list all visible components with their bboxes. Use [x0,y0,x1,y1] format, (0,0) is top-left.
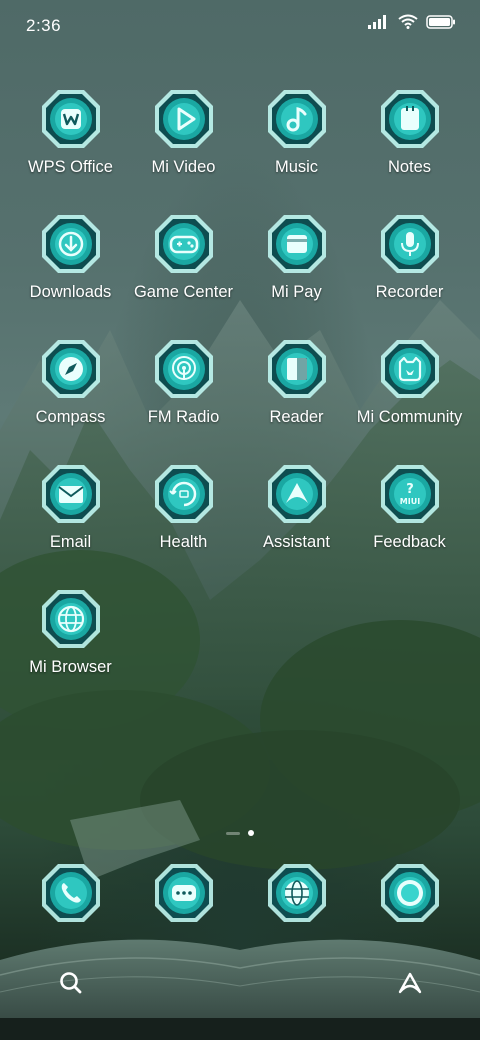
app-wps-office[interactable]: WPS Office [14,88,127,190]
app-mi-pay[interactable]: Mi Pay [240,213,353,315]
home-switch-button[interactable] [390,963,430,1003]
notes-icon [400,106,419,130]
browser-globe-icon [284,880,309,906]
app-icon-reader [266,338,328,400]
assistant-icon [285,483,308,503]
messages-icon [171,885,196,901]
app-icon-compass [40,338,102,400]
play-icon [177,107,195,131]
app-label: Mi Browser [29,658,112,676]
app-label: Notes [387,158,432,176]
app-feedback[interactable]: ? MIUI Feedback [353,463,466,565]
dock-camera[interactable] [353,862,466,924]
dock-phone[interactable] [14,862,127,924]
app-label: WPS Office [28,158,113,176]
app-icon-music [266,88,328,150]
dock-icon-messages [153,862,215,924]
app-label: Reader [269,408,324,426]
app-label: Recorder [375,283,444,301]
search-icon [60,972,82,994]
camera-icon [396,880,423,906]
page-dot-active [248,830,254,836]
app-icon-email [40,463,102,525]
music-note-icon [286,107,306,132]
app-email[interactable]: Email [14,463,127,565]
compass-icon [58,357,83,381]
radio-icon [171,356,196,380]
status-icons [368,14,456,29]
dock-icon-camera [379,862,441,924]
dock-icon-browser [266,862,328,924]
home-switch-icon [398,972,422,994]
app-label: Game Center [133,283,234,301]
app-icon-game-center [153,213,215,275]
page-dot-handle [226,831,240,835]
microphone-icon [400,232,419,256]
app-recorder[interactable]: Recorder [353,213,466,315]
page-indicator[interactable] [0,830,480,836]
svg-text:?: ? [406,482,414,497]
community-icon [398,356,421,382]
app-icon-assistant [266,463,328,525]
app-notes[interactable]: Notes [353,88,466,190]
app-music[interactable]: Music [240,88,353,190]
envelope-icon [57,486,84,503]
app-mi-community[interactable]: Mi Community [353,338,466,440]
app-icon-health [153,463,215,525]
app-icon-downloads [40,213,102,275]
app-icon-mi-pay [266,213,328,275]
app-health[interactable]: Health [127,463,240,565]
app-icon-notes [379,88,441,150]
app-grid: WPS Office Mi Video Music Notes Download… [14,88,466,690]
cellular-signal-icon [368,14,386,29]
app-assistant[interactable]: Assistant [240,463,353,565]
battery-icon [426,14,455,29]
app-icon-mi-community [379,338,441,400]
app-label: FM Radio [147,408,220,426]
phone-icon [61,883,81,903]
app-icon-wps-office [40,88,102,150]
app-label: Health [159,533,208,551]
app-label: Email [49,533,92,551]
app-label: Assistant [263,533,330,551]
wifi-icon [398,14,418,29]
app-label: Music [274,158,319,176]
dock-icon-phone [40,862,102,924]
app-label: Mi Pay [271,283,322,301]
health-icon [168,481,196,507]
globe-icon [57,605,84,633]
status-bar: 2:36 [0,0,480,50]
app-mi-browser[interactable]: Mi Browser [14,588,127,690]
app-downloads[interactable]: Downloads [14,213,127,315]
wps-office-icon [60,109,81,129]
app-label: Mi Community [356,408,463,426]
book-icon [286,358,307,380]
feedback-icon: ?MIUI [399,482,419,506]
dock [14,862,466,924]
app-label: Downloads [29,283,112,301]
app-reader[interactable]: Reader [240,338,353,440]
app-game-center[interactable]: Game Center [127,213,240,315]
gamepad-icon [169,235,198,254]
app-compass[interactable]: Compass [14,338,127,440]
download-icon [58,231,83,257]
app-icon-mi-video [153,88,215,150]
app-icon-mi-browser [40,588,102,650]
feedback-badge-text: MIUI [399,497,419,506]
dock-browser[interactable] [240,862,353,924]
app-icon-fm-radio [153,338,215,400]
dock-messages[interactable] [127,862,240,924]
app-label: Mi Video [151,158,216,176]
app-fm-radio[interactable]: FM Radio [127,338,240,440]
app-label: Feedback [373,533,446,551]
search-button[interactable] [51,963,91,1003]
wallet-icon [286,235,307,253]
app-mi-video[interactable]: Mi Video [127,88,240,190]
app-icon-recorder [379,213,441,275]
app-label: Compass [35,408,106,426]
app-icon-feedback: ? MIUI [379,463,441,525]
status-time: 2:36 [26,16,62,35]
